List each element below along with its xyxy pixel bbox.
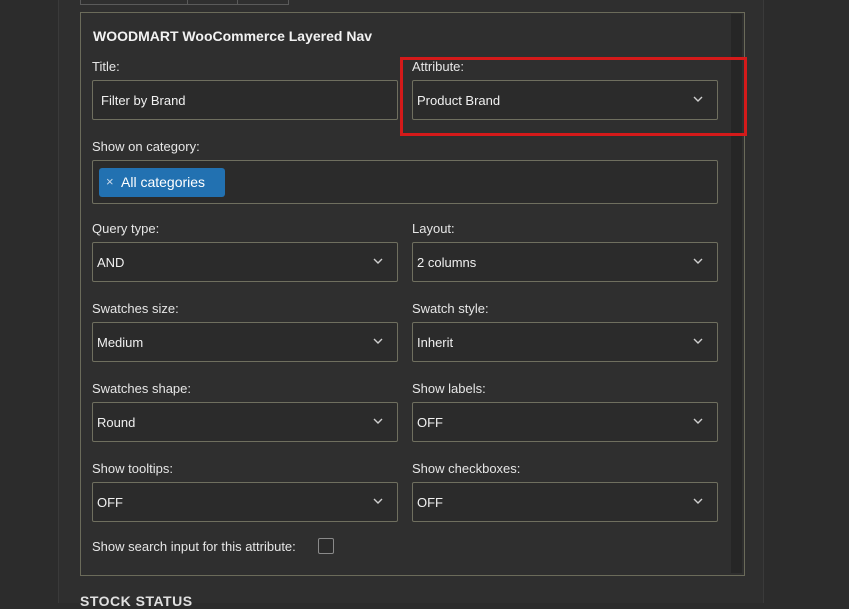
show-tooltips-label: Show tooltips: [92,461,173,476]
highlight-box [400,57,747,136]
close-icon[interactable]: × [106,174,114,189]
swatches-size-label: Swatches size: [92,301,179,316]
swatches-shape-label: Swatches shape: [92,381,192,396]
query-type-select[interactable]: AND [92,242,398,282]
show-checkboxes-select[interactable]: OFF [412,482,718,522]
title-value: Filter by Brand [101,93,186,108]
show-checkboxes-label: Show checkboxes: [412,461,521,476]
tab-divider [187,0,188,4]
query-type-value: AND [97,255,125,270]
chevron-down-icon [693,256,703,266]
swatches-shape-select[interactable]: Round [92,402,398,442]
search-input-label: Show search input for this attribute: [92,539,296,554]
swatches-size-value: Medium [97,335,144,350]
show-tooltips-value: OFF [97,495,123,510]
swatch-style-label: Swatch style: [412,301,489,316]
category-tag: × All categories [99,168,225,197]
layout-label: Layout: [412,221,455,236]
chevron-down-icon [373,256,383,266]
chevron-down-icon [693,416,703,426]
top-tab-strip [80,0,289,5]
tab-divider [237,0,238,4]
swatches-shape-value: Round [97,415,136,430]
layout-select[interactable]: 2 columns [412,242,718,282]
show-labels-select[interactable]: OFF [412,402,718,442]
swatch-style-value: Inherit [417,335,454,350]
chevron-down-icon [693,496,703,506]
chevron-down-icon [693,336,703,346]
chevron-down-icon [373,416,383,426]
stock-status-heading: STOCK STATUS [80,593,193,609]
title-input[interactable]: Filter by Brand [92,80,398,120]
query-type-label: Query type: [92,221,160,236]
swatches-size-select[interactable]: Medium [92,322,398,362]
swatch-style-select[interactable]: Inherit [412,322,718,362]
show-labels-value: OFF [417,415,443,430]
widget-title: WOODMART WooCommerce Layered Nav [93,28,373,44]
category-multiselect[interactable]: × All categories [92,160,718,204]
show-checkboxes-value: OFF [417,495,443,510]
show-labels-label: Show labels: [412,381,486,396]
title-label: Title: [92,59,120,74]
chevron-down-icon [373,336,383,346]
layout-value: 2 columns [417,255,477,270]
category-tag-label: All categories [121,174,206,190]
search-input-checkbox[interactable] [318,538,334,554]
chevron-down-icon [373,496,383,506]
show-tooltips-select[interactable]: OFF [92,482,398,522]
show-on-category-label: Show on category: [92,139,200,154]
